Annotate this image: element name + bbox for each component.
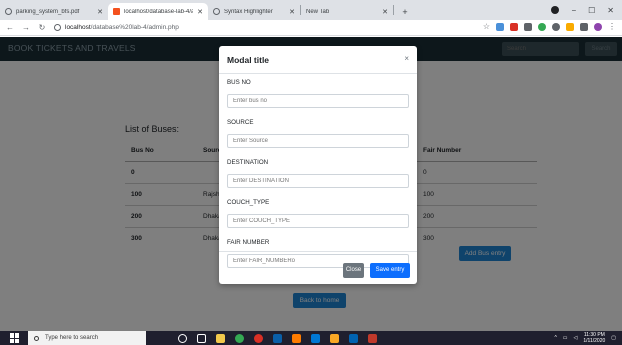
close-tab-icon[interactable]: ✕	[197, 8, 203, 16]
tab-label: localhost/database-lab-4/admin...	[124, 8, 194, 15]
browser-tab-admin[interactable]: localhost/database-lab-4/admin... ✕	[108, 3, 208, 20]
extension-icon[interactable]	[552, 23, 560, 31]
maximize-icon[interactable]: ☐	[588, 6, 595, 15]
word-icon[interactable]	[349, 333, 358, 343]
bus-no-input[interactable]	[227, 94, 409, 108]
taskbar-search-placeholder: Type here to search	[45, 335, 99, 341]
globe-tab-icon	[213, 8, 220, 15]
source-input[interactable]	[227, 134, 409, 148]
avatar[interactable]	[594, 23, 602, 31]
tray-chevron-icon[interactable]: ^	[554, 335, 556, 341]
extension-icon[interactable]	[496, 23, 504, 31]
tab-label: Syntax Highlighter	[224, 8, 273, 15]
close-tab-icon[interactable]: ✕	[382, 8, 388, 16]
puzzle-icon[interactable]	[580, 23, 588, 31]
address-bar: ← → ↻ localhost /database%20lab-4/admin.…	[0, 20, 622, 36]
tab-label: New Tab	[306, 8, 330, 15]
vscode-icon[interactable]	[311, 333, 320, 343]
url-field[interactable]: localhost /database%20lab-4/admin.php	[54, 24, 179, 31]
extension-icons: ☆ ⋮	[483, 23, 616, 31]
extension-icon[interactable]	[524, 23, 532, 31]
volume-icon[interactable]: ◁	[574, 335, 578, 341]
photoshop-icon[interactable]	[273, 333, 282, 343]
xampp-tab-icon	[113, 8, 120, 15]
file-explorer-icon[interactable]	[216, 333, 225, 343]
browser-tab-strip: parking_system_bfs.pdf ✕ localhost/datab…	[0, 0, 622, 20]
illustrator-icon[interactable]	[292, 333, 301, 343]
destination-input[interactable]	[227, 174, 409, 188]
close-button[interactable]: Close	[343, 263, 364, 278]
window-controls: − ☐ ✕	[551, 0, 622, 20]
menu-dots-icon[interactable]: ⋮	[608, 23, 616, 31]
task-view-icon[interactable]	[197, 333, 206, 343]
close-tab-icon[interactable]: ✕	[97, 8, 103, 16]
browser-tab-syntax[interactable]: Syntax Highlighter ✕	[208, 3, 300, 20]
network-icon[interactable]: ▭	[563, 335, 568, 341]
forward-arrow-icon[interactable]: →	[20, 23, 32, 32]
bus-entry-modal: Modal title × BUS NO SOURCE DESTINATION …	[219, 46, 417, 284]
star-bookmark-icon[interactable]: ☆	[483, 23, 490, 31]
url-host: localhost	[65, 24, 91, 31]
search-icon	[34, 335, 39, 341]
modal-header: Modal title ×	[219, 46, 417, 74]
site-info-icon[interactable]	[54, 24, 61, 31]
couch-type-label: COUCH_TYPE	[227, 199, 270, 206]
modal-body: BUS NO SOURCE DESTINATION COUCH_TYPE FAI…	[227, 78, 409, 278]
browser-tab-pdf[interactable]: parking_system_bfs.pdf ✕	[0, 3, 108, 20]
app-icon[interactable]	[368, 333, 377, 343]
windows-taskbar: Type here to search ^ ▭ ◁ 11:30 PM 1/11/…	[0, 331, 622, 345]
modal-footer: Close Save entry	[219, 251, 417, 284]
reload-icon[interactable]: ↻	[36, 23, 48, 32]
save-entry-button[interactable]: Save entry	[370, 263, 410, 278]
browser-tab-newtab[interactable]: New Tab ✕	[301, 3, 393, 20]
close-icon[interactable]: ×	[404, 54, 409, 63]
windows-start-icon[interactable]	[10, 333, 20, 343]
clock-date: 1/11/2020	[583, 338, 606, 344]
taskbar-search-field[interactable]: Type here to search	[28, 331, 146, 345]
fair-number-label: FAIR NUMBER	[227, 239, 270, 246]
tab-label: parking_system_bfs.pdf	[16, 8, 80, 15]
profile-icon[interactable]	[551, 6, 560, 14]
extension-icon[interactable]	[510, 23, 518, 31]
xampp-icon[interactable]	[330, 333, 339, 343]
url-path: /database%20lab-4/admin.php	[90, 24, 179, 31]
close-tab-icon[interactable]: ✕	[289, 8, 295, 16]
extension-icon[interactable]	[566, 23, 574, 31]
extension-icon[interactable]	[538, 23, 546, 31]
modal-title: Modal title	[227, 55, 270, 65]
bus-no-label: BUS NO	[227, 79, 251, 86]
new-tab-plus-icon[interactable]: +	[398, 3, 412, 20]
clock[interactable]: 11:30 PM 1/11/2020	[583, 332, 605, 344]
cortana-icon[interactable]	[178, 333, 187, 343]
tab-separator	[393, 5, 394, 15]
source-label: SOURCE	[227, 119, 254, 126]
back-arrow-icon[interactable]: ←	[4, 23, 16, 32]
notifications-icon[interactable]: ▢	[611, 335, 616, 341]
couch-type-input[interactable]	[227, 214, 409, 228]
minimize-icon[interactable]: −	[571, 6, 576, 15]
pdf-tab-icon	[5, 8, 12, 15]
opera-icon[interactable]	[254, 333, 263, 343]
system-tray: ^ ▭ ◁ 11:30 PM 1/11/2020 ▢	[554, 331, 616, 345]
close-window-icon[interactable]: ✕	[607, 6, 614, 15]
destination-label: DESTINATION	[227, 159, 269, 166]
taskbar-pinned-apps	[178, 333, 377, 343]
chrome-icon[interactable]	[235, 333, 244, 343]
